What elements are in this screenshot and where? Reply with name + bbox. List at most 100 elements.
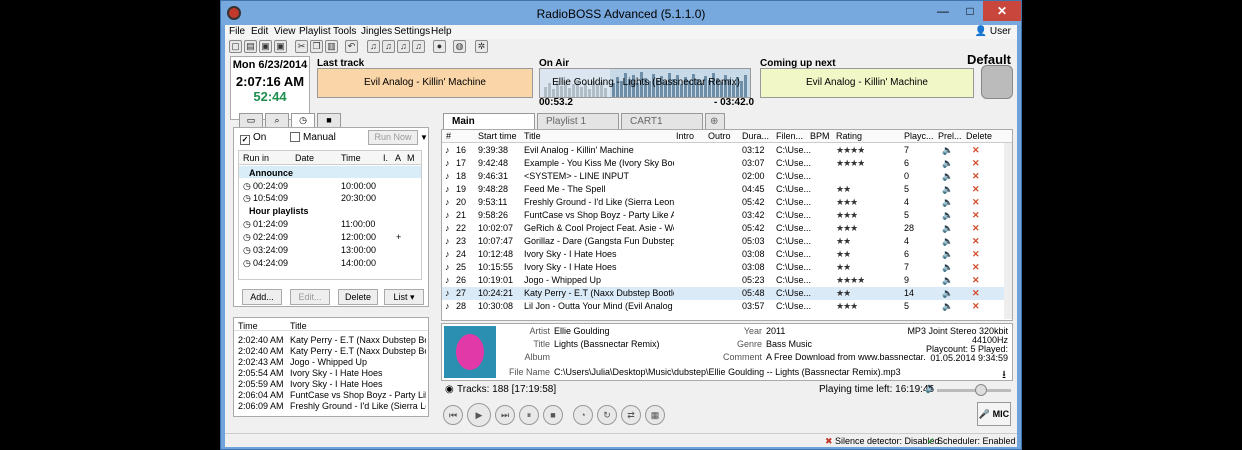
- delete-event-button[interactable]: Delete: [338, 289, 378, 305]
- prelisten-icon[interactable]: 🔈: [942, 236, 953, 247]
- play-button[interactable]: ▶: [467, 403, 491, 427]
- prelisten-icon[interactable]: 🔈: [942, 249, 953, 260]
- delete-icon[interactable]: ✕: [972, 262, 980, 273]
- schedule-row[interactable]: ◷ 04:24:09 14:00:00: [239, 256, 421, 268]
- playlist-row[interactable]: ♪ 19 9:48:28 Feed Me - The Spell 04:45 C:\Use…: [442, 183, 1004, 196]
- menu-jingles[interactable]: Jingles: [361, 26, 392, 37]
- delete-icon[interactable]: ✕: [972, 223, 980, 234]
- tab-files-folder-icon[interactable]: ▭: [239, 113, 263, 127]
- speaker-icon[interactable]: [981, 65, 1013, 99]
- prelisten-icon[interactable]: 🔈: [942, 197, 953, 208]
- prelisten-icon[interactable]: 🔈: [942, 171, 953, 182]
- col-time[interactable]: Time: [341, 153, 361, 163]
- shuffle-icon[interactable]: ⇄: [621, 405, 641, 425]
- menu-tools[interactable]: Tools: [333, 26, 356, 37]
- schedule-row[interactable]: ◷ 01:24:09 11:00:00: [239, 217, 421, 229]
- prelisten-icon[interactable]: 🔈: [942, 145, 953, 156]
- col-date[interactable]: Date: [295, 153, 314, 163]
- history-row[interactable]: 2:02:43 AM Jogo - Whipped Up: [234, 356, 428, 367]
- settings-gear-icon[interactable]: ✲: [475, 40, 488, 53]
- tab-scheduler-clock-icon[interactable]: ◷: [291, 113, 315, 127]
- tab-console-icon[interactable]: ■: [317, 113, 341, 127]
- delete-icon[interactable]: ✕: [972, 288, 980, 299]
- col-filename[interactable]: Filen...: [776, 131, 803, 141]
- add-tab-icon[interactable]: ⊕: [705, 113, 725, 129]
- delete-icon[interactable]: ✕: [972, 275, 980, 286]
- stop-button[interactable]: ■: [543, 405, 563, 425]
- save-icon[interactable]: ▣: [259, 40, 272, 53]
- next-button[interactable]: ⏭: [495, 405, 515, 425]
- playlist-row[interactable]: ♪ 17 9:42:48 Example - You Kiss Me (Ivory S…: [442, 157, 1004, 170]
- mic-button[interactable]: 🎤 MIC: [977, 402, 1011, 426]
- repeat-icon[interactable]: ↻: [597, 405, 617, 425]
- history-row[interactable]: 2:02:40 AM Katy Perry - E.T (Naxx Dubstep…: [234, 345, 428, 356]
- prelisten-icon[interactable]: 🔈: [942, 158, 953, 169]
- playlist-row[interactable]: ♪ 21 9:58:26 FuntCase vs Shop Boyz - Party …: [442, 209, 1004, 222]
- delete-icon[interactable]: ✕: [972, 197, 980, 208]
- manual-checkbox[interactable]: Manual: [290, 132, 336, 143]
- add-folder-icon[interactable]: ♫: [382, 40, 395, 53]
- col-bpm[interactable]: BPM: [810, 131, 830, 141]
- delete-icon[interactable]: ✕: [972, 171, 980, 182]
- scheduler-on-checkbox[interactable]: ✓ On: [240, 132, 266, 145]
- run-now-button[interactable]: Run Now: [368, 130, 418, 145]
- delete-icon[interactable]: ✕: [972, 301, 980, 312]
- volume-slider-thumb[interactable]: [975, 384, 987, 396]
- col-title[interactable]: Title: [524, 131, 541, 141]
- cart-icon[interactable]: ▦: [645, 405, 665, 425]
- delete-icon[interactable]: ✕: [972, 158, 980, 169]
- col-prelisten[interactable]: Prel...: [938, 131, 962, 141]
- col-outro[interactable]: Outro: [708, 131, 731, 141]
- delete-icon[interactable]: ✕: [972, 249, 980, 260]
- on-air-box[interactable]: Ellie Goulding - Lights (Bassnectar Remi…: [539, 68, 751, 98]
- col-number[interactable]: #: [446, 131, 451, 141]
- playlist-row[interactable]: ♪ 20 9:53:11 Freshly Ground - I'd Like (Sie…: [442, 196, 1004, 209]
- col-rating[interactable]: Rating: [836, 131, 862, 141]
- col-intro[interactable]: Intro: [676, 131, 694, 141]
- delete-icon[interactable]: ✕: [972, 145, 980, 156]
- edit-event-button[interactable]: Edit...: [290, 289, 330, 305]
- col-m[interactable]: M: [407, 153, 415, 163]
- menu-edit[interactable]: Edit: [251, 26, 268, 37]
- volume-slider[interactable]: [937, 384, 1011, 396]
- list-button[interactable]: List ▾: [384, 289, 424, 305]
- playlist-row[interactable]: ♪ 24 10:12:48 Ivory Sky - I Hate Hoes 03:08 C…: [442, 248, 1004, 261]
- schedule-row[interactable]: ◷ 03:24:09 13:00:00: [239, 243, 421, 255]
- prelisten-icon[interactable]: 🔈: [942, 184, 953, 195]
- history-row[interactable]: 2:06:04 AM FuntCase vs Shop Boyz - Party …: [234, 389, 428, 400]
- delete-icon[interactable]: ✕: [972, 210, 980, 221]
- playlist-row[interactable]: ♪ 22 10:02:07 GeRich & Cool Project Feat. A…: [442, 222, 1004, 235]
- group-announce[interactable]: Announce: [239, 166, 421, 178]
- tab-search-icon[interactable]: ⌕: [265, 113, 289, 127]
- stop-after-icon[interactable]: ◔: [573, 405, 593, 425]
- close-button[interactable]: ✕: [983, 1, 1021, 21]
- prelisten-icon[interactable]: 🔈: [942, 210, 953, 221]
- schedule-row[interactable]: ◷ 00:24:09 10:00:00: [239, 179, 421, 191]
- copy-icon[interactable]: ❐: [310, 40, 323, 53]
- add-playlist-icon[interactable]: ♫: [412, 40, 425, 53]
- col-run-in[interactable]: Run in: [243, 153, 269, 163]
- col-i[interactable]: I.: [383, 153, 388, 163]
- previous-button[interactable]: ⏮: [443, 405, 463, 425]
- schedule-row[interactable]: ◷ 10:54:09 20:30:00: [239, 191, 421, 203]
- col-delete[interactable]: Delete: [966, 131, 992, 141]
- tab-main[interactable]: Main: [443, 113, 535, 129]
- tab-playlist-1[interactable]: Playlist 1: [537, 113, 619, 129]
- add-url-icon[interactable]: ♫: [397, 40, 410, 53]
- stream-icon[interactable]: ●: [433, 40, 446, 53]
- playlist-row[interactable]: ♪ 26 10:19:01 Jogo - Whipped Up 05:23 C:\Use.…: [442, 274, 1004, 287]
- tab-cart1[interactable]: CART1: [621, 113, 703, 129]
- maximize-button[interactable]: □: [957, 1, 983, 21]
- delete-icon[interactable]: ✕: [972, 236, 980, 247]
- group-hour-playlists[interactable]: Hour playlists: [239, 204, 421, 216]
- prelisten-icon[interactable]: 🔈: [942, 275, 953, 286]
- open-folder-icon[interactable]: ▤: [244, 40, 257, 53]
- menu-file[interactable]: File: [229, 26, 245, 37]
- cut-icon[interactable]: ✂: [295, 40, 308, 53]
- scheduler-status[interactable]: Scheduler: Enabled: [937, 436, 1016, 446]
- prelisten-icon[interactable]: 🔈: [942, 288, 953, 299]
- prelisten-icon[interactable]: 🔈: [942, 223, 953, 234]
- history-row[interactable]: 2:06:09 AM Freshly Ground - I'd Like (Sie…: [234, 400, 428, 411]
- history-row[interactable]: 2:05:54 AM Ivory Sky - I Hate Hoes: [234, 367, 428, 378]
- menu-help[interactable]: Help: [431, 26, 452, 37]
